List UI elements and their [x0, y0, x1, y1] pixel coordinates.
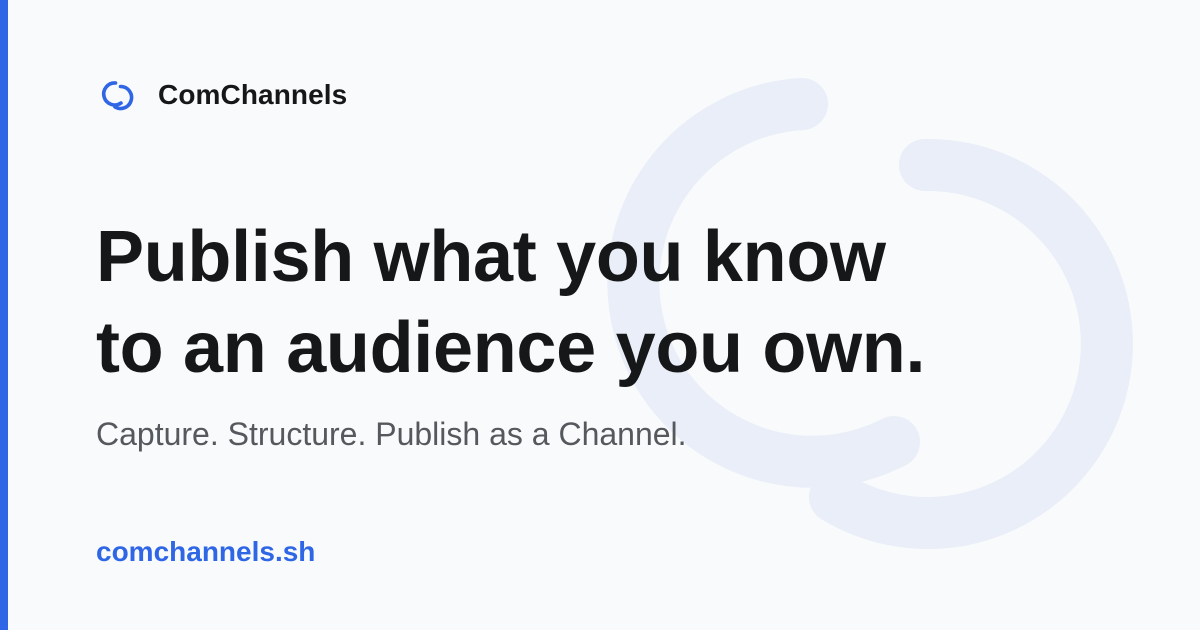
headline: Publish what you know to an audience you… — [96, 212, 996, 394]
social-card: ComChannels Publish what you know to an … — [0, 0, 1200, 630]
tagline: Capture. Structure. Publish as a Channel… — [96, 416, 687, 452]
brand: ComChannels — [100, 76, 347, 114]
site-url-link[interactable]: comchannels.sh — [96, 534, 315, 570]
headline-line-1: Publish what you know — [96, 217, 886, 297]
headline-line-2: to an audience you own. — [96, 308, 926, 388]
swirl-logo-icon — [101, 81, 134, 111]
brand-name: ComChannels — [158, 79, 348, 110]
